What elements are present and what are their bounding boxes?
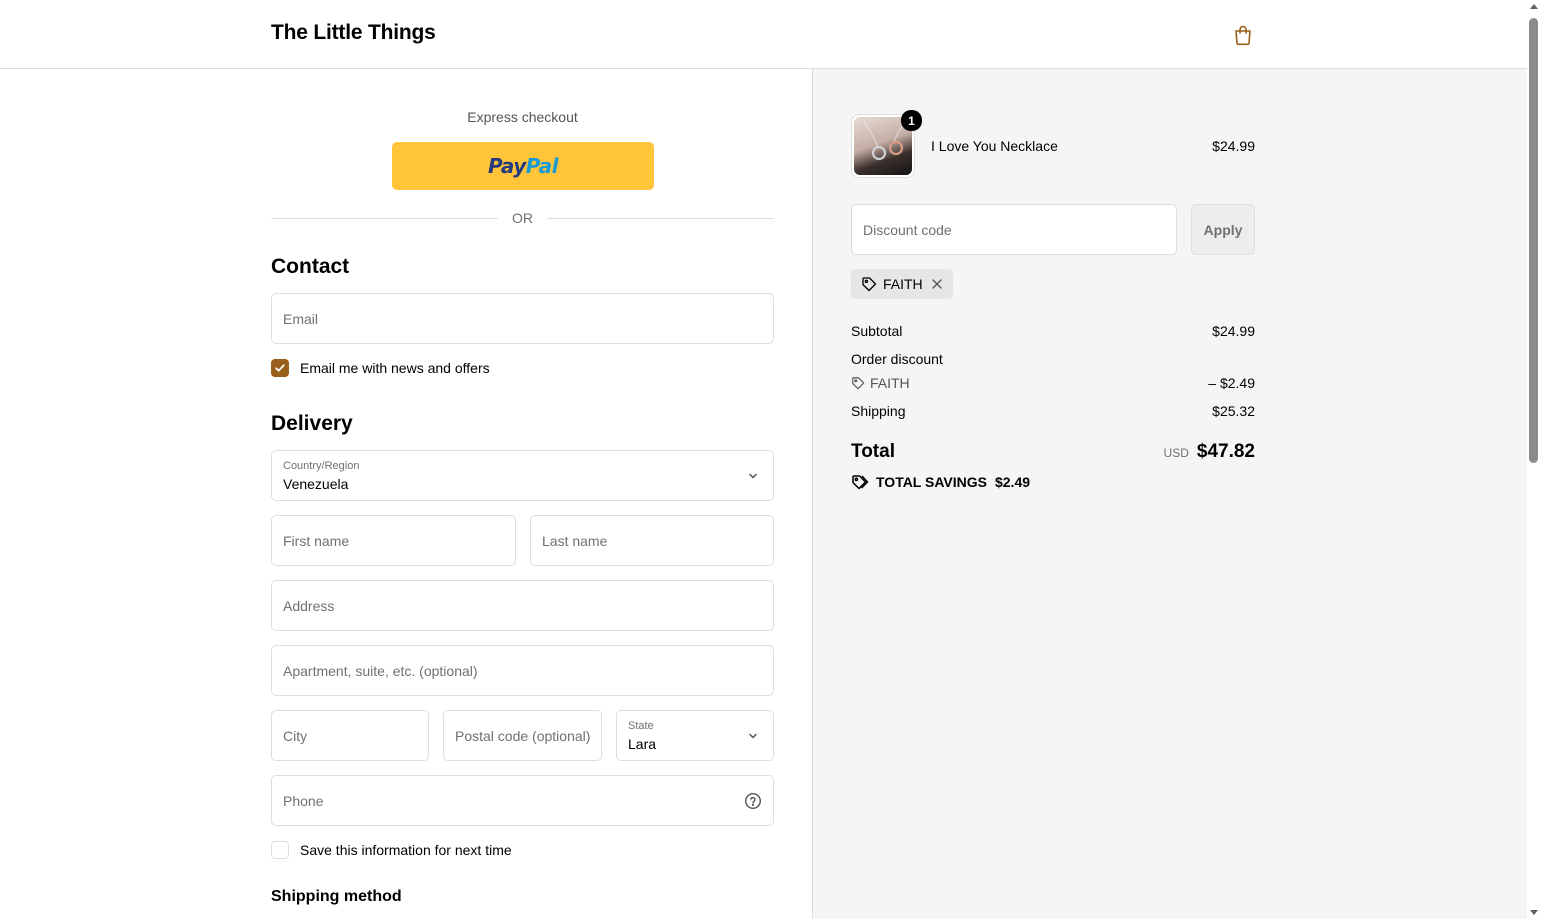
total-savings-label: TOTAL SAVINGS [876, 474, 987, 490]
tag-icon [862, 277, 877, 292]
page-scrollbar[interactable] [1527, 0, 1541, 919]
subtotal-value: $24.99 [1212, 323, 1255, 339]
paypal-logo-pay: Pay [487, 154, 526, 178]
discount-code-field[interactable] [851, 204, 1177, 255]
state-select[interactable]: State Lara [616, 710, 774, 761]
order-discount-code: FAITH [870, 375, 910, 391]
total-amount-group: USD $47.82 [1164, 441, 1255, 463]
applied-code-text: FAITH [883, 276, 923, 292]
scrollbar-thumb[interactable] [1529, 18, 1538, 463]
order-discount-row: Order discount [851, 351, 1255, 367]
paypal-logo-pal: Pal [525, 154, 559, 178]
scroll-up-arrow[interactable] [1530, 4, 1538, 9]
newsletter-checkbox[interactable] [271, 359, 289, 377]
newsletter-option[interactable]: Email me with news and offers [271, 359, 490, 377]
or-text: OR [512, 210, 533, 226]
state-label: State [628, 720, 654, 732]
quantity-badge: 1 [901, 110, 922, 131]
apartment-field[interactable] [271, 645, 774, 696]
scroll-down-arrow[interactable] [1530, 910, 1538, 915]
product-name: I Love You Necklace [931, 138, 1058, 154]
shipping-value: $25.32 [1212, 403, 1255, 419]
first-name-field[interactable] [271, 515, 516, 566]
email-field[interactable] [271, 293, 774, 344]
last-name-field[interactable] [530, 515, 774, 566]
subtotal-label: Subtotal [851, 323, 903, 339]
shipping-label: Shipping [851, 403, 906, 419]
delivery-title: Delivery [271, 412, 353, 435]
country-value: Venezuela [283, 476, 349, 492]
order-summary-panel [812, 69, 1527, 919]
country-select[interactable]: Country/Region Venezuela [271, 450, 774, 501]
city-input[interactable] [272, 711, 428, 760]
shipping-method-title: Shipping method [271, 888, 402, 905]
divider-line [271, 217, 498, 219]
phone-input[interactable] [272, 776, 773, 825]
store-name[interactable]: The Little Things [271, 21, 436, 45]
shopping-bag-icon [1235, 25, 1251, 46]
postal-code-input[interactable] [444, 711, 601, 760]
divider-line [547, 217, 774, 219]
paypal-logo: PayPal [487, 154, 559, 178]
country-label: Country/Region [283, 460, 360, 472]
check-icon [275, 364, 285, 372]
close-icon [931, 279, 942, 289]
apply-discount-button[interactable]: Apply [1191, 204, 1255, 255]
applied-discount-tag: FAITH [851, 269, 953, 299]
order-discount-value: – $2.49 [1208, 375, 1255, 391]
total-amount: $47.82 [1196, 441, 1255, 462]
remove-discount-button[interactable] [931, 278, 943, 290]
chevron-down-icon [749, 473, 757, 479]
shipping-row: Shipping $25.32 [851, 403, 1255, 419]
postal-code-field[interactable] [443, 710, 602, 761]
discount-code-input[interactable] [852, 205, 1176, 254]
order-discount-code-row: FAITH – $2.49 [851, 375, 1255, 391]
total-label: Total [851, 441, 895, 462]
total-row: Total USD $47.82 [851, 441, 1255, 463]
currency-code: USD [1163, 446, 1189, 460]
save-info-label: Save this information for next time [300, 842, 512, 858]
express-checkout-label: Express checkout [467, 109, 578, 125]
question-circle-icon[interactable] [744, 792, 762, 810]
total-savings-amount: $2.49 [994, 474, 1031, 490]
apartment-input[interactable] [272, 646, 773, 695]
cart-button[interactable] [1230, 22, 1256, 48]
save-info-option[interactable]: Save this information for next time [271, 841, 512, 859]
paypal-button[interactable]: PayPal [392, 142, 654, 190]
state-value: Lara [628, 736, 657, 752]
order-discount-label: Order discount [851, 351, 943, 367]
tag-icon [852, 377, 865, 390]
or-divider: OR [271, 208, 774, 228]
address-field[interactable] [271, 580, 774, 631]
phone-field[interactable] [271, 775, 774, 826]
site-header: The Little Things [0, 0, 1527, 69]
subtotal-row: Subtotal $24.99 [851, 323, 1255, 339]
newsletter-label: Email me with news and offers [300, 360, 490, 376]
product-thumbnail: 1 [851, 110, 922, 178]
last-name-input[interactable] [531, 516, 773, 565]
email-input[interactable] [272, 294, 773, 343]
product-price: $24.99 [1212, 138, 1255, 154]
chevron-down-icon [749, 733, 757, 739]
save-info-checkbox[interactable] [271, 841, 289, 859]
tag-icon [852, 475, 869, 490]
total-savings-row: TOTAL SAVINGS $2.49 [851, 474, 1030, 490]
city-field[interactable] [271, 710, 429, 761]
address-input[interactable] [272, 581, 773, 630]
first-name-input[interactable] [272, 516, 515, 565]
contact-title: Contact [271, 255, 350, 278]
